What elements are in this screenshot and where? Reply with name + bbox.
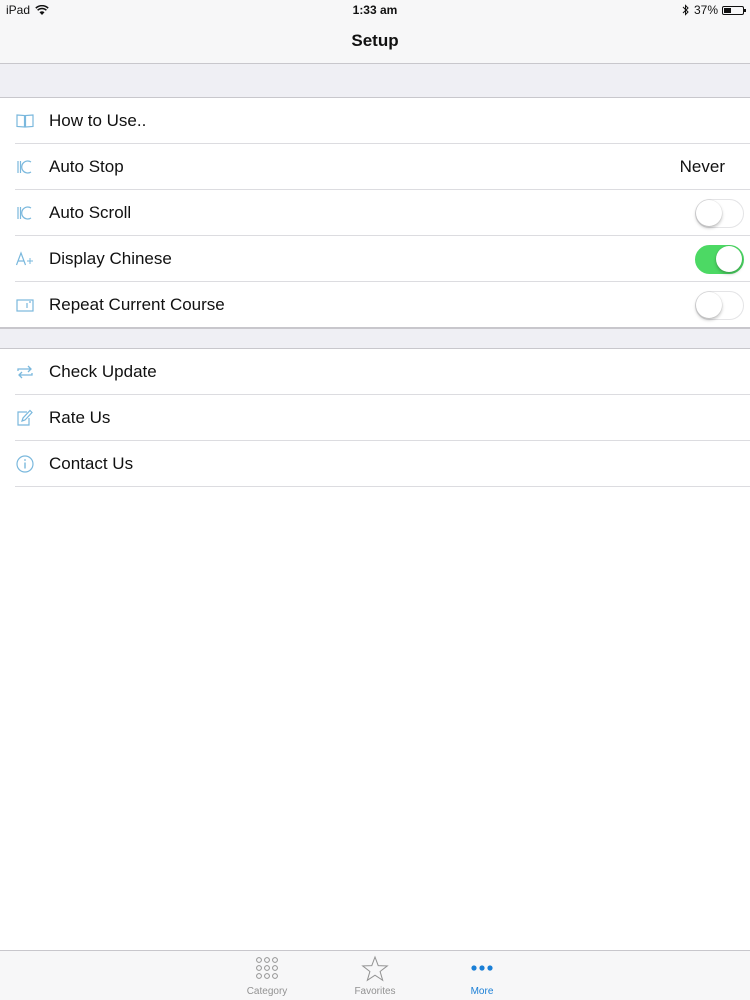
tab-label: Category <box>246 986 288 997</box>
auto-stop-value: Never <box>679 157 725 176</box>
star-icon <box>361 955 389 982</box>
auto-scroll-icon <box>17 206 32 220</box>
settings-row-how-to-use[interactable]: How to Use.. <box>0 98 750 144</box>
status-time: 1:33 am <box>352 3 398 17</box>
settings-row-repeat-current-course: Repeat Current Course <box>0 282 750 328</box>
row-label: Display Chinese <box>49 249 172 268</box>
section-spacer <box>0 64 750 98</box>
tab-more[interactable]: More <box>442 955 522 1000</box>
bluetooth-icon <box>682 4 689 16</box>
status-bar: iPad 1:33 am 37% <box>0 0 750 20</box>
display-chinese-toggle[interactable] <box>695 245 744 274</box>
row-label: How to Use.. <box>49 111 147 130</box>
section-spacer <box>0 328 750 349</box>
row-label: Auto Stop <box>49 157 124 176</box>
settings-row-contact-us[interactable]: Contact Us <box>0 441 750 487</box>
font-size-icon <box>15 251 33 266</box>
battery-tip <box>744 8 746 12</box>
page-title: Setup <box>351 31 399 50</box>
toggle-knob <box>716 246 742 272</box>
navigation-bar: Setup <box>0 20 750 64</box>
row-label: Rate Us <box>49 408 111 427</box>
tab-category[interactable]: Category <box>227 955 307 1000</box>
toggle-knob <box>696 200 722 226</box>
tab-bar: Category Favorites More <box>0 950 750 1000</box>
settings-row-rate-us[interactable]: Rate Us <box>0 395 750 441</box>
battery-fill <box>724 7 731 13</box>
tab-label: More <box>470 986 494 997</box>
info-icon <box>16 455 34 473</box>
grid-icon <box>256 957 278 979</box>
settings-list: How to Use.. Auto Stop Never Auto Scroll… <box>0 64 750 951</box>
settings-row-check-update[interactable]: Check Update <box>0 349 750 395</box>
row-label: Contact Us <box>49 454 134 473</box>
auto-stop-icon <box>17 160 32 174</box>
settings-row-auto-stop[interactable]: Auto Stop Never <box>0 144 750 190</box>
edit-icon <box>17 409 33 426</box>
status-right: 37% <box>682 3 746 17</box>
tab-label: Favorites <box>354 986 396 997</box>
auto-scroll-toggle[interactable] <box>695 199 744 228</box>
settings-row-display-chinese: Display Chinese <box>0 236 750 282</box>
toggle-knob <box>696 292 722 318</box>
tab-favorites[interactable]: Favorites <box>335 955 415 1000</box>
refresh-icon <box>17 365 33 379</box>
battery-icon <box>722 5 746 15</box>
settings-row-auto-scroll: Auto Scroll <box>0 190 750 236</box>
row-label: Check Update <box>49 362 157 381</box>
repeat-course-icon <box>16 299 34 312</box>
row-label: Repeat Current Course <box>49 295 225 314</box>
more-icon <box>471 965 493 971</box>
battery-percent: 37% <box>693 3 718 17</box>
book-icon <box>16 114 34 128</box>
repeat-course-toggle[interactable] <box>695 291 744 320</box>
row-label: Auto Scroll <box>49 203 132 222</box>
